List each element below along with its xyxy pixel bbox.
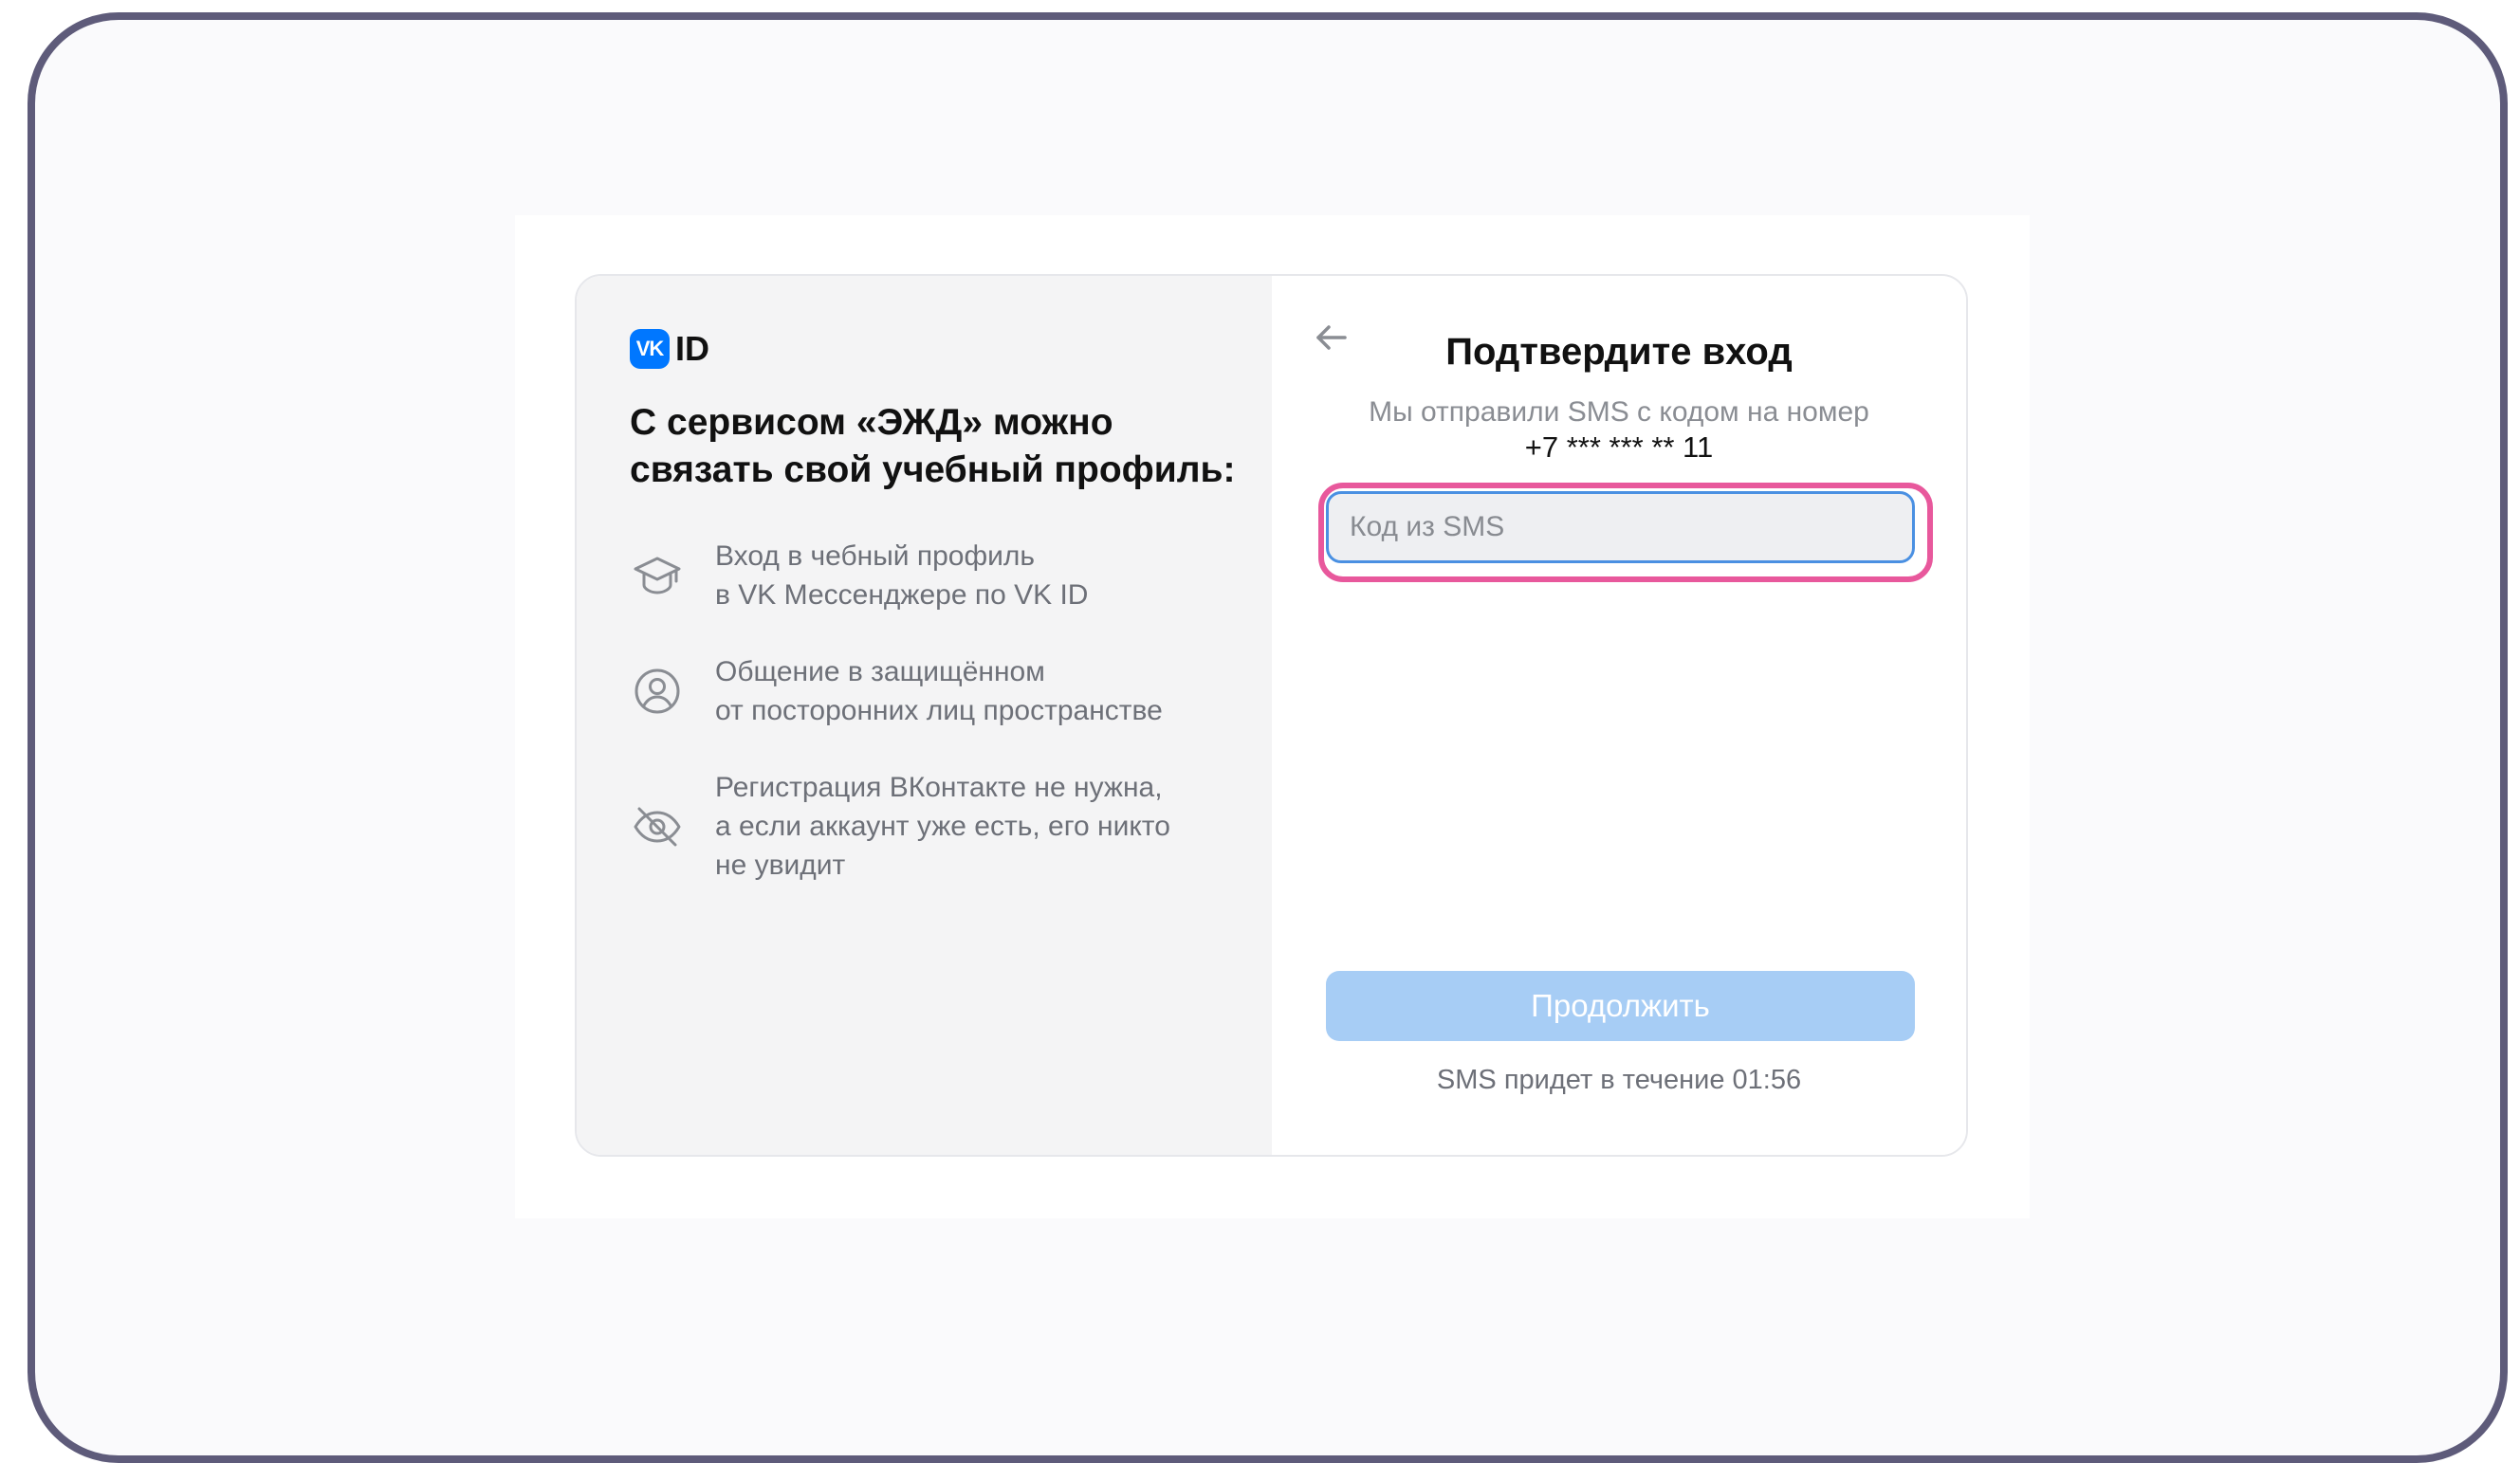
info-heading: С сервисом «ЭЖД» можно связать свой учеб… [630,402,1236,490]
feature-line: не увидит [715,850,846,881]
user-circle-icon [630,664,685,719]
info-panel: VK ID С сервисом «ЭЖД» можно связать сво… [577,276,1272,1155]
sms-timer-text: SMS придет в течение 01:56 [1436,1065,1802,1095]
feature-line: в VK Мессенджере по VK ID [715,579,1089,611]
feature-item: Регистрация ВКонтакте не нужна, а если а… [630,768,1246,885]
confirm-panel: Подтвердите вход Мы отправили SMS с кодо… [1272,276,1966,1155]
feature-line: Регистрация ВКонтакте не нужна, [715,772,1163,803]
feature-line: от посторонних лиц пространстве [715,695,1163,726]
sms-sent-text: Мы отправили SMS с кодом на номер [1369,396,1869,428]
auth-card: VK ID С сервисом «ЭЖД» можно связать сво… [575,274,1968,1157]
feature-item: Вход в чебный профиль в VK Мессенджере п… [630,537,1246,614]
feature-line: а если аккаунт уже есть, его никто [715,811,1170,842]
brand-name: ID [675,329,709,368]
eye-off-icon [630,799,685,854]
feature-line: Вход в чебный профиль [715,540,1036,572]
feature-text: Общение в защищённом от посторонних лиц … [715,652,1246,730]
feature-text: Регистрация ВКонтакте не нужна, а если а… [715,768,1246,885]
graduation-cap-icon [630,548,685,603]
page-title: Подтвердите вход [1445,331,1793,373]
masked-phone-number: +7 *** *** ** 11 [1524,430,1714,464]
vk-logo-text: VK [635,337,665,360]
page-background: VK ID С сервисом «ЭЖД» можно связать сво… [515,215,2030,1218]
feature-line: Общение в защищённом [715,656,1045,687]
feature-text: Вход в чебный профиль в VK Мессенджере п… [715,537,1246,614]
vk-id-brand: VK ID [630,329,709,369]
continue-button[interactable]: Продолжить [1326,971,1915,1041]
sms-code-input[interactable] [1326,491,1915,563]
vk-logo-icon: VK [630,329,670,369]
feature-item: Общение в защищённом от посторонних лиц … [630,652,1246,730]
